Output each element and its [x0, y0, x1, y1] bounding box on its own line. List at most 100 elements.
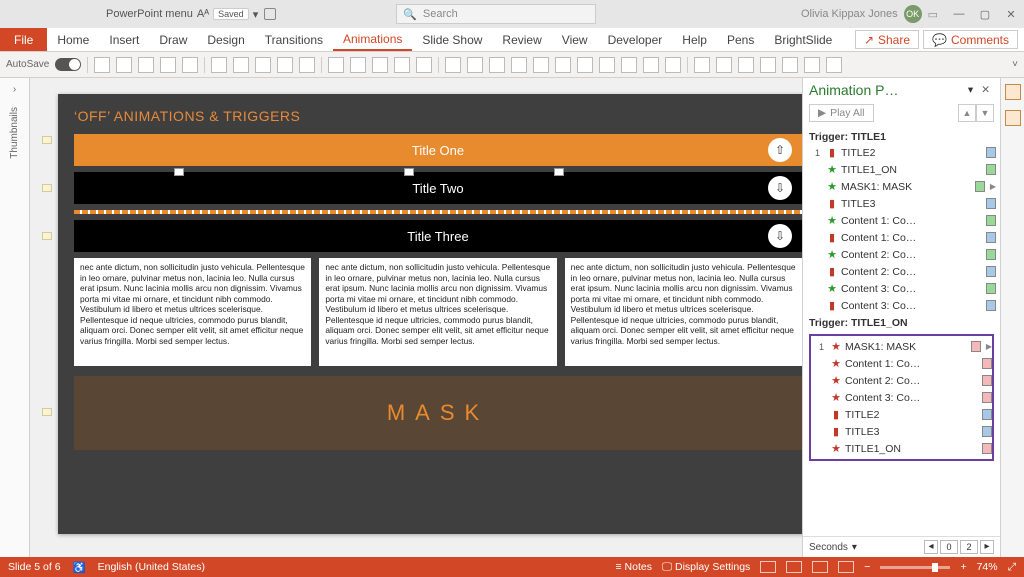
toolbar-icon[interactable] — [138, 57, 154, 73]
save-state[interactable]: Saved — [213, 8, 249, 20]
toolbar-icon[interactable] — [255, 57, 271, 73]
rail-icon[interactable] — [1005, 84, 1021, 100]
ribbon-display-icon[interactable]: ▭ — [928, 8, 938, 21]
selected-animation-group[interactable]: 1★MASK1: MASK▶★Content 1: Co…★Content 2:… — [809, 334, 994, 461]
toolbar-icon[interactable] — [445, 57, 461, 73]
animation-item[interactable]: ★Content 2: Co… — [811, 372, 992, 389]
view-normal-button[interactable] — [760, 561, 776, 573]
animation-item[interactable]: 1▮TITLE2 — [807, 144, 996, 161]
animation-item[interactable]: 1★MASK1: MASK▶ — [811, 338, 992, 355]
content-col-1[interactable]: nec ante dictum, non sollicitudin justo … — [74, 258, 311, 366]
toolbar-icon[interactable] — [555, 57, 571, 73]
toolbar-icon[interactable] — [716, 57, 732, 73]
content-col-2[interactable]: nec ante dictum, non sollicitudin justo … — [319, 258, 556, 366]
tab-insert[interactable]: Insert — [99, 28, 149, 51]
animation-item[interactable]: ▮Content 3: Co… — [807, 297, 996, 314]
tab-pens[interactable]: Pens — [717, 28, 764, 51]
title-two-bar[interactable]: Title Two ⇩ — [74, 172, 802, 204]
expand-caret-icon[interactable]: ▶ — [986, 342, 992, 351]
tab-brightslide[interactable]: BrightSlide — [764, 28, 842, 51]
toolbar-icon[interactable] — [233, 57, 249, 73]
slide-counter[interactable]: Slide 5 of 6 — [8, 561, 61, 573]
toolbar-icon[interactable] — [511, 57, 527, 73]
play-all-button[interactable]: ▶Play All — [809, 104, 874, 122]
toolbar-icon[interactable] — [643, 57, 659, 73]
toolbar-icon[interactable] — [621, 57, 637, 73]
animation-tag[interactable] — [404, 168, 414, 176]
dropdown-caret-icon[interactable]: ▾ — [253, 8, 259, 21]
toolbar-icon[interactable] — [299, 57, 315, 73]
tab-file[interactable]: File — [0, 28, 47, 51]
title-one-bar[interactable]: Title One ⇧ — [74, 134, 802, 166]
accessibility-icon[interactable]: ♿ — [73, 561, 86, 574]
title-three-bar[interactable]: Title Three ⇩ — [74, 220, 802, 252]
toolbar-icon[interactable] — [350, 57, 366, 73]
view-slideshow-button[interactable] — [838, 561, 854, 573]
close-pane-button[interactable]: ✕ — [977, 84, 994, 96]
fit-to-window-button[interactable]: ⤢ — [1008, 561, 1016, 574]
animation-item[interactable]: ★MASK1: MASK▶ — [807, 178, 996, 195]
tab-design[interactable]: Design — [197, 28, 254, 51]
zoom-level[interactable]: 74% — [977, 561, 998, 573]
toolbar-icon[interactable] — [533, 57, 549, 73]
seconds-label[interactable]: Seconds — [809, 542, 848, 553]
animation-item[interactable]: ▮TITLE3 — [811, 423, 992, 440]
ribbon-expand-icon[interactable]: ˅ — [1012, 59, 1018, 70]
close-button[interactable]: ✕ — [1004, 8, 1018, 21]
expand-thumbnails-icon[interactable]: › — [13, 84, 16, 95]
zoom-slider[interactable] — [880, 566, 950, 569]
animation-item[interactable]: ▮TITLE3 — [807, 195, 996, 212]
animation-item[interactable]: ★TITLE1_ON — [807, 161, 996, 178]
move-up-button[interactable]: ▲ — [958, 104, 976, 122]
toolbar-icon[interactable] — [577, 57, 593, 73]
toolbar-icon[interactable] — [394, 57, 410, 73]
animation-item[interactable]: ★Content 3: Co… — [811, 389, 992, 406]
move-down-button[interactable]: ▼ — [976, 104, 994, 122]
toolbar-icon[interactable] — [804, 57, 820, 73]
toolbar-icon[interactable] — [372, 57, 388, 73]
tab-home[interactable]: Home — [47, 28, 99, 51]
toolbar-icon[interactable] — [182, 57, 198, 73]
notes-button[interactable]: ≡ Notes — [615, 561, 651, 573]
toolbar-icon[interactable] — [489, 57, 505, 73]
animation-item[interactable]: ▮TITLE2 — [811, 406, 992, 423]
animation-item[interactable]: ★Content 2: Co… — [807, 246, 996, 263]
toolbar-icon[interactable] — [599, 57, 615, 73]
comments-button[interactable]: 💬Comments — [923, 30, 1018, 49]
tab-animations[interactable]: Animations — [333, 28, 412, 51]
view-sorter-button[interactable] — [786, 561, 802, 573]
toolbar-icon[interactable] — [738, 57, 754, 73]
timeline-scroll-left[interactable]: ◂ — [924, 540, 938, 554]
animation-item[interactable]: ▮Content 1: Co… — [807, 229, 996, 246]
thumbnail-rail[interactable]: › Thumbnails — [0, 78, 30, 557]
arrow-down-icon[interactable]: ⇩ — [768, 176, 792, 200]
zoom-in-button[interactable]: + — [960, 561, 966, 573]
toolbar-icon[interactable] — [467, 57, 483, 73]
mic-icon[interactable] — [264, 8, 276, 20]
animation-item[interactable]: ★Content 1: Co… — [811, 355, 992, 372]
toolbar-icon[interactable] — [116, 57, 132, 73]
search-input[interactable]: 🔍 Search — [396, 4, 596, 24]
zoom-out-button[interactable]: − — [864, 561, 870, 573]
animation-tag[interactable] — [554, 168, 564, 176]
view-reading-button[interactable] — [812, 561, 828, 573]
expand-caret-icon[interactable]: ▶ — [990, 182, 996, 191]
animation-list[interactable]: Trigger: TITLE1 1▮TITLE2★TITLE1_ON★MASK1… — [803, 128, 1000, 536]
tab-review[interactable]: Review — [492, 28, 551, 51]
toolbar-icon[interactable] — [760, 57, 776, 73]
slide-canvas[interactable]: ‘OFF’ ANIMATIONS & TRIGGERS Title One ⇧ … — [30, 78, 802, 557]
toolbar-icon[interactable] — [416, 57, 432, 73]
toolbar-icon[interactable] — [826, 57, 842, 73]
slide[interactable]: ‘OFF’ ANIMATIONS & TRIGGERS Title One ⇧ … — [58, 94, 802, 534]
language-status[interactable]: English (United States) — [98, 561, 205, 573]
toolbar-icon[interactable] — [160, 57, 176, 73]
timeline-scroll-right[interactable]: ▸ — [980, 540, 994, 554]
toolbar-icon[interactable] — [328, 57, 344, 73]
toolbar-icon[interactable] — [782, 57, 798, 73]
toolbar-icon[interactable] — [694, 57, 710, 73]
tab-draw[interactable]: Draw — [149, 28, 197, 51]
tab-transitions[interactable]: Transitions — [255, 28, 333, 51]
content-col-3[interactable]: nec ante dictum, non sollicitudin justo … — [565, 258, 802, 366]
tab-view[interactable]: View — [552, 28, 598, 51]
toolbar-icon[interactable] — [665, 57, 681, 73]
